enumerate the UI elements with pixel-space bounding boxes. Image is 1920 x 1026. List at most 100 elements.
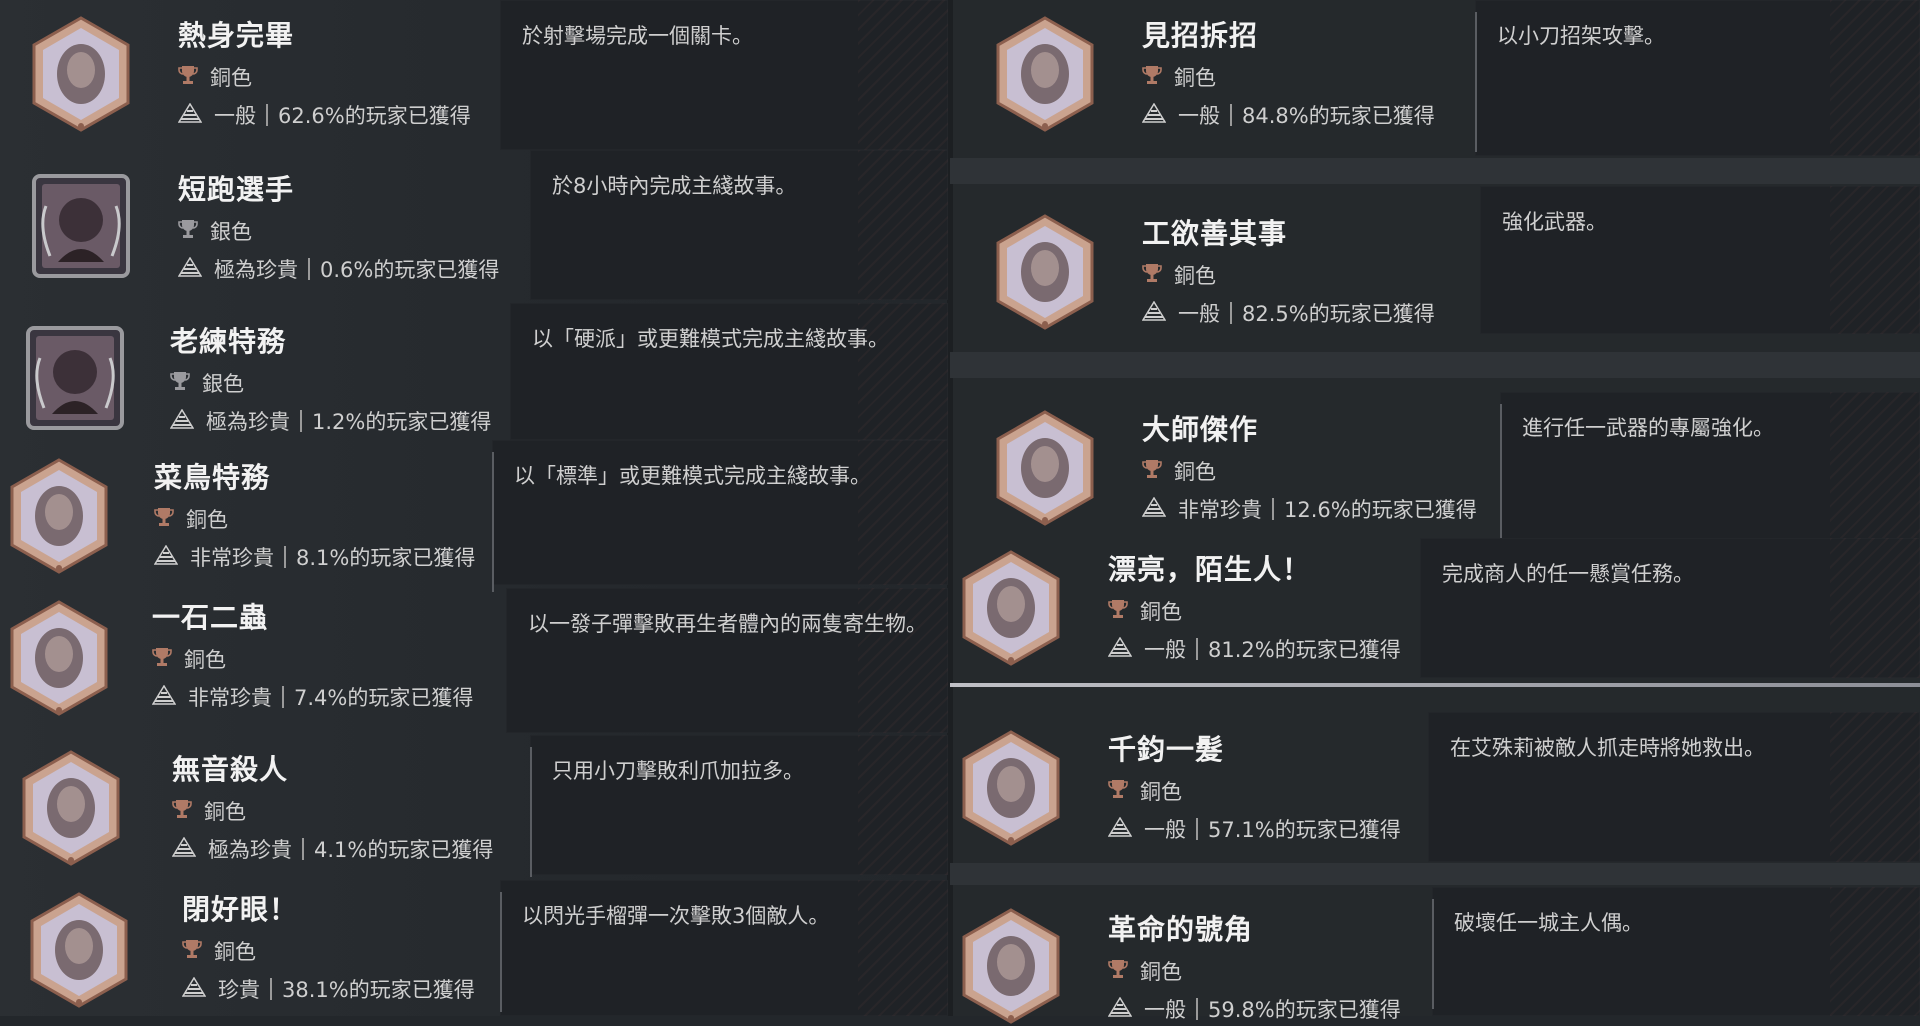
trophy-title: 菜鳥特務 <box>154 461 271 494</box>
trophy-tier-label: 銅色 <box>184 648 226 672</box>
rarity-separator <box>1272 498 1274 520</box>
trophy-tier-label: 銅色 <box>1140 960 1182 984</box>
trophy-description: 強化武器。 <box>1502 210 1607 234</box>
trophy-description: 完成商人的任一懸賞任務。 <box>1442 562 1694 586</box>
trophy-icon <box>1142 458 1162 485</box>
trophy-title: 一石二蟲 <box>152 601 269 634</box>
rarity-icon <box>1141 300 1167 326</box>
rarity-separator <box>300 410 302 432</box>
earned-percent: 82.5%的玩家已獲得 <box>1242 302 1435 326</box>
ticket-icon <box>992 408 1098 528</box>
trophy-rarity: 一般 82.5%的玩家已獲得 <box>1141 298 1435 328</box>
earned-percent: 38.1%的玩家已獲得 <box>282 978 475 1002</box>
trophy-rarity: 珍貴 38.1%的玩家已獲得 <box>181 974 475 1004</box>
earned-percent: 1.2%的玩家已獲得 <box>312 410 492 434</box>
rarity-label: 非常珍貴 <box>190 546 274 570</box>
rarity-icon <box>177 256 203 282</box>
earned-percent: 62.6%的玩家已獲得 <box>278 104 471 128</box>
trophy-description-panel: 以「標準」或更難模式完成主綫故事。 <box>492 440 948 592</box>
description-divider <box>492 452 494 592</box>
trophy-icon <box>1142 64 1162 91</box>
trophy-description: 在艾殊莉被敵人抓走時將她救出。 <box>1450 736 1765 760</box>
trophy-title: 無音殺人 <box>172 753 289 786</box>
rarity-icon <box>1107 996 1133 1022</box>
trophy-rarity: 一般 59.8%的玩家已獲得 <box>1107 994 1401 1024</box>
trophy-tier: 銀色 <box>178 216 252 246</box>
trophy-rarity: 極為珍貴 1.2%的玩家已獲得 <box>169 406 492 436</box>
rarity-label: 極為珍貴 <box>206 410 290 434</box>
rarity-label: 非常珍貴 <box>188 686 272 710</box>
trophy-description-panel: 只用小刀擊敗利爪加拉多。 <box>530 735 948 877</box>
trophy-description: 於射擊場完成一個關卡。 <box>522 24 753 48</box>
trophy-description-panel: 以小刀招架攻擊。 <box>1475 0 1920 156</box>
flash-grenade-icon <box>26 890 132 1010</box>
trophy-tier-label: 銅色 <box>1140 600 1182 624</box>
trophy-description: 以「標準」或更難模式完成主綫故事。 <box>514 464 871 488</box>
trophy-description-panel: 在艾殊莉被敵人抓走時將她救出。 <box>1428 712 1920 862</box>
trophy-title: 老練特務 <box>170 325 287 358</box>
masked-enemy-icon <box>18 748 124 868</box>
ashley-icon <box>958 728 1064 848</box>
trophy-rarity: 極為珍貴 0.6%的玩家已獲得 <box>177 254 500 284</box>
rarity-label: 極為珍貴 <box>208 838 292 862</box>
trophy-icon <box>172 798 192 825</box>
trophy-tier: 銅色 <box>1142 62 1216 92</box>
trophy-title: 工欲善其事 <box>1142 217 1288 250</box>
trophy-description-panel: 以「硬派」或更難模式完成主綫故事。 <box>510 303 948 440</box>
earned-percent: 8.1%的玩家已獲得 <box>296 546 476 570</box>
target-plaque-icon <box>28 14 134 134</box>
trophy-icon <box>1108 778 1128 805</box>
target-pole-icon <box>958 548 1064 668</box>
trophy-title: 千鈞一髮 <box>1108 733 1225 766</box>
rarity-label: 一般 <box>1178 104 1220 128</box>
trophy-description-panel: 強化武器。 <box>1480 186 1920 334</box>
trophy-title: 革命的號角 <box>1108 913 1254 946</box>
trophy-icon <box>1108 958 1128 985</box>
earned-percent: 59.8%的玩家已獲得 <box>1208 998 1401 1022</box>
trophy-tier: 銅色 <box>178 62 252 92</box>
rarity-separator <box>302 838 304 860</box>
trophy-description-panel: 完成商人的任一懸賞任務。 <box>1420 538 1920 678</box>
earned-percent: 0.6%的玩家已獲得 <box>320 258 500 282</box>
rarity-separator <box>308 258 310 280</box>
rarity-icon <box>1107 636 1133 662</box>
trophy-description: 進行任一武器的專屬強化。 <box>1522 416 1774 440</box>
crossed-axe-icon <box>992 14 1098 134</box>
rarity-label: 一般 <box>1144 818 1186 842</box>
trophy-tier: 銅色 <box>152 644 226 674</box>
rarity-icon <box>1141 496 1167 522</box>
trophy-description: 以小刀招架攻擊。 <box>1497 24 1665 48</box>
rarity-icon <box>177 102 203 128</box>
rarity-icon <box>181 976 207 1002</box>
description-divider <box>1432 899 1434 1009</box>
trophy-tier: 銅色 <box>1142 456 1216 486</box>
trophy-tier: 銅色 <box>1108 776 1182 806</box>
rarity-icon <box>1141 102 1167 128</box>
trophy-tier-label: 銅色 <box>1174 264 1216 288</box>
rarity-label: 珍貴 <box>218 978 260 1002</box>
trophy-description-panel: 以閃光手榴彈一次擊敗3個敵人。 <box>500 880 948 1016</box>
regenerator-icon <box>6 598 112 718</box>
trophy-tier-label: 銀色 <box>202 372 244 396</box>
rarity-separator <box>266 104 268 126</box>
trophy-tier: 銅色 <box>172 796 246 826</box>
trophy-title: 大師傑作 <box>1142 413 1259 446</box>
description-divider <box>530 747 532 877</box>
trophy-rarity: 極為珍貴 4.1%的玩家已獲得 <box>171 834 493 864</box>
rarity-label: 非常珍貴 <box>1178 498 1262 522</box>
trophy-rarity: 非常珍貴 12.6%的玩家已獲得 <box>1141 494 1477 524</box>
trophy-description: 只用小刀擊敗利爪加拉多。 <box>552 759 804 783</box>
trophy-tier: 銅色 <box>182 936 256 966</box>
band <box>950 158 1920 184</box>
trophy-description: 於8小時內完成主綫故事。 <box>552 174 797 198</box>
trophy-tier: 銅色 <box>154 504 228 534</box>
trophy-description: 以一發子彈擊敗再生者體內的兩隻寄生物。 <box>528 612 927 636</box>
earned-percent: 81.2%的玩家已獲得 <box>1208 638 1401 662</box>
trophy-description-panel: 於射擊場完成一個關卡。 <box>500 0 948 150</box>
rarity-label: 一般 <box>1178 302 1220 326</box>
rarity-label: 一般 <box>1144 998 1186 1022</box>
band <box>950 863 1920 885</box>
rarity-separator <box>282 686 284 708</box>
earned-percent: 84.8%的玩家已獲得 <box>1242 104 1435 128</box>
earned-percent: 7.4%的玩家已獲得 <box>294 686 474 710</box>
